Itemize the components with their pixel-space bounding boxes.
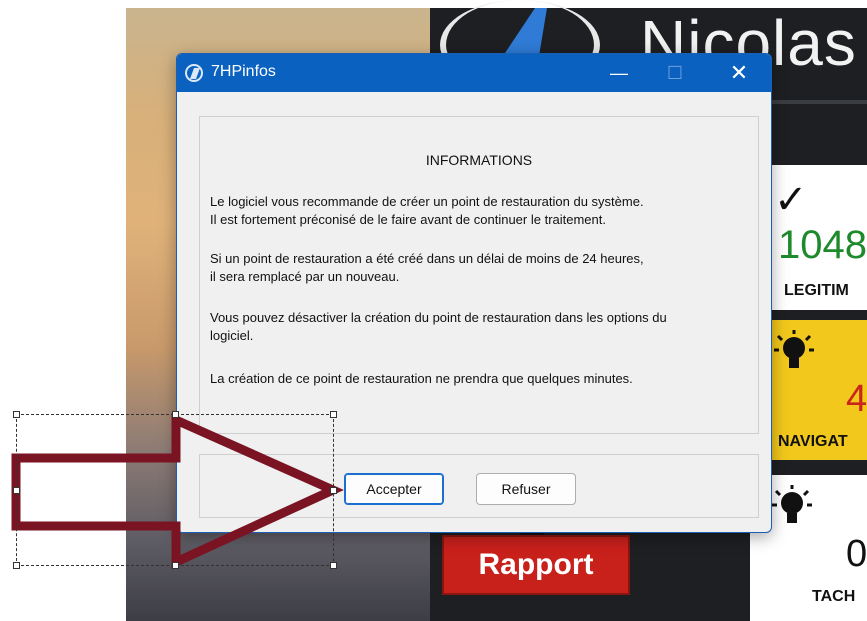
app-icon (185, 64, 203, 82)
minimize-button[interactable]: — (599, 54, 639, 92)
resize-handle[interactable] (172, 562, 179, 569)
lightbulb-icon (772, 485, 812, 523)
resize-handle[interactable] (172, 411, 179, 418)
stat-tile-navigateur[interactable]: 4 NAVIGAT (770, 320, 867, 460)
maximize-button[interactable]: ☐ (655, 54, 695, 92)
dialog-title: 7HPinfos (211, 63, 276, 80)
info-paragraph: La création de ce point de restauration … (210, 370, 740, 388)
stat-label: LEGITIM (784, 282, 849, 299)
info-paragraph: Le logiciel vous recommande de créer un … (210, 193, 740, 229)
info-heading: INFORMATIONS (425, 152, 533, 168)
resize-handle[interactable] (330, 562, 337, 569)
resize-handle[interactable] (13, 411, 20, 418)
resize-handle[interactable] (330, 411, 337, 418)
resize-handle[interactable] (13, 487, 20, 494)
info-line: Si un point de restauration a été créé d… (210, 251, 644, 266)
stat-value: 0 (846, 533, 867, 575)
info-panel: INFORMATIONS Le logiciel vous recommande… (199, 116, 759, 434)
selection-box[interactable] (16, 414, 334, 566)
info-line: Vous pouvez désactiver la création du po… (210, 310, 667, 325)
stat-value: 4 (846, 378, 867, 420)
info-line: il sera remplacé par un nouveau. (210, 269, 400, 284)
stat-label: TACH (812, 588, 856, 605)
info-line: La création de ce point de restauration … (210, 371, 633, 386)
info-line: Il est fortement préconisé de le faire a… (210, 212, 606, 227)
resize-handle[interactable] (330, 487, 337, 494)
lightbulb-icon (774, 330, 814, 368)
rapport-button[interactable]: Rapport (442, 535, 630, 595)
info-line: Le logiciel vous recommande de créer un … (210, 194, 644, 209)
info-paragraph: Si un point de restauration a été créé d… (210, 250, 740, 286)
info-line: logiciel. (210, 328, 254, 343)
stat-value: 1048 (778, 223, 867, 267)
refuse-button[interactable]: Refuser (476, 473, 576, 505)
stat-tile-legitimate[interactable]: ✓ 1048 LEGITIM (770, 165, 867, 310)
accept-button[interactable]: Accepter (344, 473, 444, 505)
dialog-titlebar[interactable]: 7HPinfos — ☐ ✕ (177, 54, 771, 92)
resize-handle[interactable] (13, 562, 20, 569)
stat-label: NAVIGAT (778, 433, 848, 450)
check-icon: ✓ (774, 178, 808, 222)
info-paragraph: Vous pouvez désactiver la création du po… (210, 309, 740, 345)
close-button[interactable]: ✕ (719, 54, 759, 92)
